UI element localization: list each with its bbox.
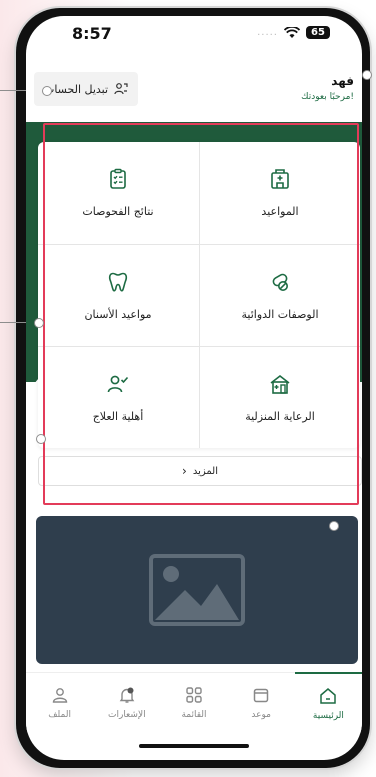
switch-account-label: تبديل الحساب — [43, 82, 109, 96]
tab-profile[interactable]: الملف — [26, 673, 93, 733]
welcome-message: مرحبًا بعودتك! — [301, 92, 354, 102]
grid-menu-icon — [186, 687, 202, 703]
battery-icon: 65 — [306, 26, 330, 39]
profile-icon — [52, 688, 67, 703]
user-name: فهد — [331, 74, 354, 88]
tab-label: الرئيسية — [312, 710, 344, 721]
annotation-marker — [34, 318, 44, 328]
home-indicator — [139, 744, 249, 748]
highlight-frame — [43, 123, 359, 505]
tab-label: القائمة — [181, 710, 207, 720]
status-icons: ..... 65 — [257, 26, 330, 39]
bell-icon — [119, 687, 135, 703]
wifi-icon — [284, 26, 300, 38]
status-bar: 8:57 ..... 65 — [26, 16, 362, 60]
annotation-marker — [36, 434, 46, 444]
banner-indicator — [330, 522, 338, 530]
home-icon — [320, 687, 337, 704]
app-header: تبديل الحساب فهد مرحبًا بعودتك! — [26, 64, 362, 122]
tab-appointment[interactable]: موعد — [228, 673, 295, 733]
signal-dots-icon: ..... — [257, 27, 278, 38]
switch-user-icon — [114, 83, 128, 95]
app-screen: 8:57 ..... 65 تبديل الحساب فهد مرحبًا بع… — [26, 16, 362, 760]
tab-label: الإشعارات — [108, 710, 146, 720]
bottom-tab-bar: الرئيسية موعد القائمة الإشعارات الملف — [26, 672, 362, 733]
image-placeholder-icon — [149, 554, 245, 626]
tab-label: الملف — [48, 710, 71, 720]
calendar-icon — [253, 688, 269, 703]
annotation-marker — [362, 70, 372, 80]
tab-home[interactable]: الرئيسية — [294, 672, 362, 733]
tab-label: موعد — [251, 710, 271, 720]
tab-menu[interactable]: القائمة — [160, 673, 227, 733]
tab-notifications[interactable]: الإشعارات — [93, 673, 160, 733]
annotation-marker — [42, 86, 52, 96]
promo-banner[interactable] — [36, 516, 358, 664]
status-time: 8:57 — [72, 24, 112, 43]
